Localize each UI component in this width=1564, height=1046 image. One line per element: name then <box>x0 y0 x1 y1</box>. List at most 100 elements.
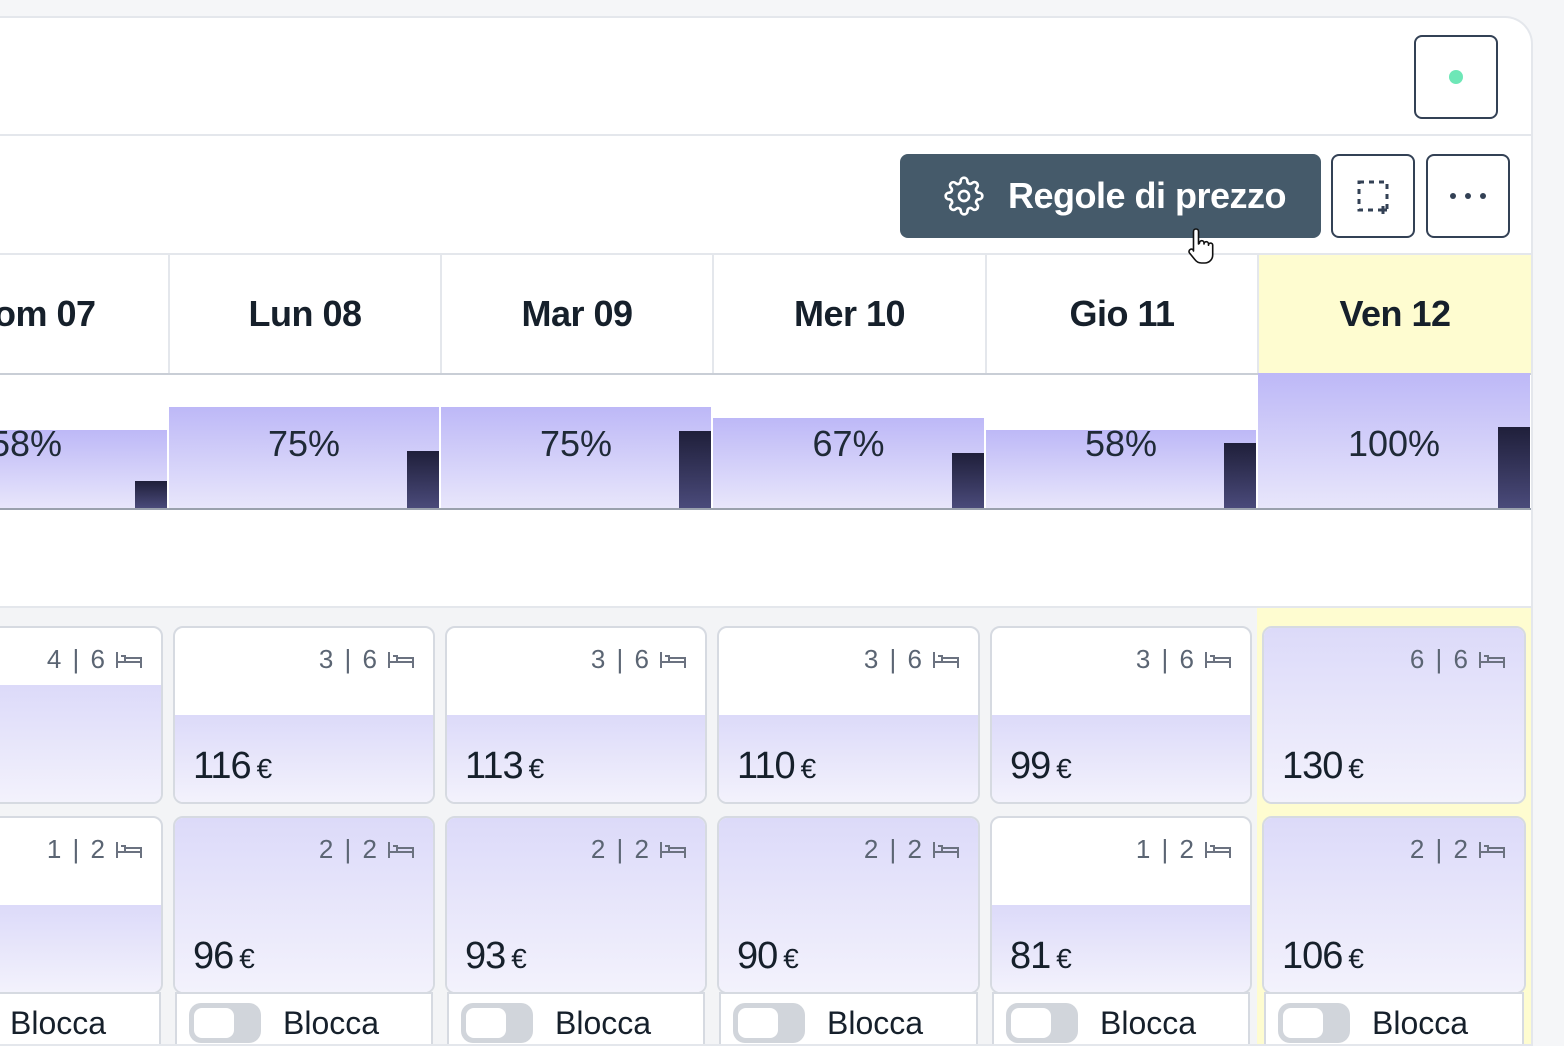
currency-symbol: € <box>783 943 799 974</box>
block-label: Blocca <box>283 1004 380 1041</box>
toolbar: Regole di prezzo <box>0 138 1531 255</box>
calendar-panel: Regole di prezzo om 07 Lun 08 Mar 09 Mer 10… <box>0 16 1533 1046</box>
price-amount: 106 <box>1282 935 1343 977</box>
block-label: Blocca <box>10 1004 107 1041</box>
units-available: 2 | 2 <box>864 834 960 865</box>
toggle-knob <box>738 1008 778 1038</box>
bed-icon <box>1205 651 1231 668</box>
block-label: Blocca <box>1372 1004 1469 1041</box>
price-cell[interactable]: 3 | 6 110 € <box>717 626 980 804</box>
occupancy-row: 58% 75% 75% 67% 58% 100% <box>0 373 1531 510</box>
day-header-1[interactable]: Lun 08 <box>168 255 440 373</box>
occupancy-cell-3: 67% <box>713 373 984 508</box>
occupancy-label: 58% <box>1084 423 1158 464</box>
price-cell[interactable]: 2 | 2 90 € <box>717 816 980 994</box>
bed-icon <box>116 841 142 858</box>
price-cell[interactable]: 3 | 6 116 € <box>173 626 435 804</box>
occupancy-cell-5: 100% <box>1258 373 1530 508</box>
price-cell[interactable]: 4 | 6€ <box>0 626 163 804</box>
units-label: 2 | 2 <box>590 834 651 864</box>
block-toggle[interactable] <box>1006 1003 1078 1043</box>
occupancy-cell-1: 75% <box>169 373 439 508</box>
bed-icon <box>388 651 414 668</box>
bed-icon <box>1479 651 1505 668</box>
toggle-knob <box>466 1008 506 1038</box>
status-dot-icon <box>1449 70 1463 84</box>
status-button[interactable] <box>1414 35 1498 119</box>
price-cell[interactable]: 3 | 6 99 € <box>990 626 1252 804</box>
price-value: 96 € <box>193 935 255 978</box>
toggle-knob <box>194 1008 234 1038</box>
currency-symbol: € <box>528 753 545 784</box>
price-value: 90 € <box>737 935 799 978</box>
price-amount: 99 <box>1010 745 1051 787</box>
block-toggle[interactable] <box>733 1003 805 1043</box>
price-cell[interactable]: 2 | 2 106 € <box>1262 816 1526 994</box>
units-label: 1 | 2 <box>1135 834 1196 864</box>
day-header-0[interactable]: om 07 <box>0 255 168 373</box>
pricing-rules-label: Regole di prezzo <box>1008 175 1287 216</box>
currency-symbol: € <box>256 753 273 784</box>
price-amount: 90 <box>737 935 778 977</box>
price-value: 81 € <box>1010 935 1072 978</box>
price-cell[interactable]: 3 | 6 113 € <box>445 626 707 804</box>
hand-cursor-icon <box>1188 228 1214 264</box>
day-header-5[interactable]: Ven 12 <box>1257 255 1531 373</box>
day-header-2[interactable]: Mar 09 <box>440 255 712 373</box>
block-label: Blocca <box>827 1004 924 1041</box>
price-cell[interactable]: 6 | 6 130 € <box>1262 626 1526 804</box>
toggle-knob <box>1283 1008 1323 1038</box>
occupancy-cell-2: 75% <box>441 373 711 508</box>
bed-icon <box>388 841 414 858</box>
price-value: 93 € <box>465 935 527 978</box>
block-toggle-row: Blocca <box>1264 992 1524 1044</box>
pricing-rules-button[interactable]: Regole di prezzo <box>900 154 1321 238</box>
units-available: 3 | 6 <box>319 644 415 675</box>
occupancy-label: 75% <box>267 423 341 464</box>
bed-icon <box>933 651 959 668</box>
price-value: 130 € <box>1282 745 1364 788</box>
block-toggle[interactable] <box>461 1003 533 1043</box>
units-available: 3 | 6 <box>591 644 687 675</box>
spacer-row <box>0 512 1531 608</box>
price-cell[interactable]: 1 | 2 <box>0 816 163 994</box>
units-label: 2 | 2 <box>863 834 924 864</box>
price-cell-occupancy-fill <box>0 685 161 802</box>
units-available: 1 | 2 <box>47 834 143 865</box>
units-label: 3 | 6 <box>318 644 379 674</box>
select-area-button[interactable] <box>1331 154 1415 238</box>
price-value: 116 € <box>193 745 273 788</box>
occupancy-label: 75% <box>539 423 613 464</box>
occupancy-label: 100% <box>1347 423 1441 464</box>
occupancy-cell-4: 58% <box>986 373 1256 508</box>
price-amount: 113 <box>465 745 524 787</box>
units-label: 3 | 6 <box>863 644 924 674</box>
day-header-4[interactable]: Gio 11 <box>985 255 1257 373</box>
units-available: 6 | 6 <box>1410 644 1506 675</box>
units-label: 3 | 6 <box>1135 644 1196 674</box>
more-dots-icon <box>1450 193 1486 199</box>
block-toggle[interactable] <box>189 1003 261 1043</box>
day-header-3[interactable]: Mer 10 <box>712 255 985 373</box>
more-options-button[interactable] <box>1426 154 1510 238</box>
price-amount: 130 <box>1282 745 1343 787</box>
units-label: 1 | 2 <box>46 834 107 864</box>
bed-icon <box>660 651 686 668</box>
price-amount: 96 <box>193 935 234 977</box>
units-available: 4 | 6 <box>47 644 143 675</box>
units-available: 2 | 2 <box>1410 834 1506 865</box>
price-amount: 81 <box>1010 935 1051 977</box>
block-toggle-row: Blocca <box>992 992 1250 1044</box>
units-available: 2 | 2 <box>591 834 687 865</box>
currency-symbol: € <box>800 753 817 784</box>
price-cell[interactable]: 2 | 2 96 € <box>173 816 435 994</box>
block-toggle-row: Blocca <box>719 992 978 1044</box>
price-value: 113 € <box>465 745 545 788</box>
block-label: Blocca <box>1100 1004 1197 1041</box>
price-cell[interactable]: 1 | 2 81 € <box>990 816 1252 994</box>
block-toggle[interactable] <box>1278 1003 1350 1043</box>
currency-symbol: € <box>1056 753 1072 784</box>
units-available: 3 | 6 <box>1136 644 1232 675</box>
bed-icon <box>660 841 686 858</box>
price-cell[interactable]: 2 | 2 93 € <box>445 816 707 994</box>
